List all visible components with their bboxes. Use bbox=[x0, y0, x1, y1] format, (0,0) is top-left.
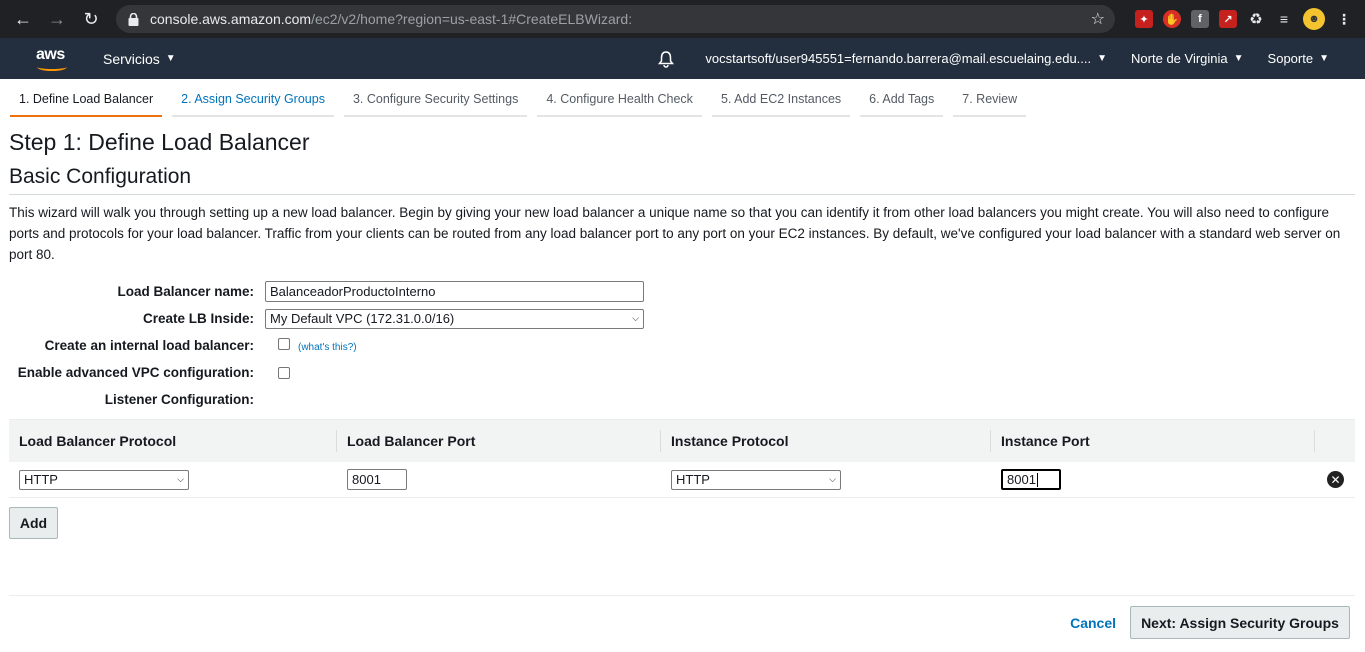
support-menu[interactable]: Soporte ▼ bbox=[1268, 51, 1329, 66]
extension-red-icon[interactable]: ✦ bbox=[1135, 10, 1153, 28]
support-label: Soporte bbox=[1267, 51, 1314, 66]
add-listener-button[interactable]: Add bbox=[9, 507, 58, 539]
basic-config-form: Load Balancer name: BalanceadorProductoI… bbox=[9, 278, 1355, 413]
forward-icon[interactable]: → bbox=[42, 4, 72, 34]
wizard-step-6: 6. Add Tags bbox=[860, 92, 944, 117]
services-menu[interactable]: Servicios ▼ bbox=[103, 51, 176, 67]
instance-port-value: 8001 bbox=[1007, 472, 1036, 487]
caret-down-icon: ▼ bbox=[165, 53, 176, 64]
listener-config-label: Listener Configuration: bbox=[104, 392, 254, 407]
wizard-step-3: 3. Configure Security Settings bbox=[343, 92, 528, 117]
lb-protocol-select[interactable]: HTTP ⌵ bbox=[19, 469, 189, 490]
vpc-select-value: My Default VPC (172.31.0.0/16) bbox=[270, 311, 455, 326]
lb-name-input[interactable]: BalanceadorProductoInterno bbox=[265, 281, 644, 302]
url-host: console.aws.amazon.com bbox=[150, 11, 312, 27]
url-path: /ec2/v2/home?region=us-east-1#CreateELBW… bbox=[311, 11, 633, 27]
wizard-description: This wizard will walk you through settin… bbox=[9, 205, 1341, 262]
url-text: console.aws.amazon.com/ec2/v2/home?regio… bbox=[150, 11, 1091, 27]
listener-config-row: Listener Configuration: bbox=[9, 386, 1355, 413]
remove-listener-icon[interactable]: ✕ bbox=[1327, 471, 1344, 488]
account-label: vocstartsoft/user945551=fernando.barrera… bbox=[705, 51, 1092, 66]
wizard-steps: 1. Define Load Balancer 2. Assign Securi… bbox=[0, 79, 1365, 117]
create-inside-label: Create LB Inside: bbox=[142, 311, 254, 326]
account-menu[interactable]: vocstartsoft/user945551=fernando.barrera… bbox=[705, 51, 1107, 66]
listener-table-header: Load Balancer Protocol Load Balancer Por… bbox=[9, 420, 1355, 462]
profile-avatar[interactable]: ☻ bbox=[1303, 8, 1325, 30]
lb-name-row: Load Balancer name: BalanceadorProductoI… bbox=[9, 278, 1355, 305]
extension-chart-icon[interactable]: ↗ bbox=[1219, 10, 1237, 28]
create-inside-row: Create LB Inside: My Default VPC (172.31… bbox=[9, 305, 1355, 332]
wizard-step-7: 7. Review bbox=[953, 92, 1027, 117]
chevron-down-icon: ⌵ bbox=[177, 474, 184, 484]
lb-protocol-cell: HTTP ⌵ bbox=[9, 469, 337, 490]
lock-icon bbox=[126, 12, 140, 26]
wizard-step-2[interactable]: 2. Assign Security Groups bbox=[172, 92, 334, 117]
region-label: Norte de Virginia bbox=[1131, 51, 1228, 66]
instance-port-input[interactable]: 8001 bbox=[1001, 469, 1061, 490]
instance-protocol-cell: HTTP ⌵ bbox=[661, 469, 991, 490]
extension-f-icon[interactable]: f bbox=[1191, 10, 1209, 28]
advanced-vpc-label: Enable advanced VPC configuration: bbox=[17, 365, 254, 380]
internal-lb-row: Create an internal load balancer: (what'… bbox=[9, 332, 1355, 359]
browser-toolbar: ← → ↻ console.aws.amazon.com/ec2/v2/home… bbox=[0, 0, 1365, 38]
header-lb-port: Load Balancer Port bbox=[337, 430, 661, 452]
services-label: Servicios bbox=[103, 50, 160, 67]
aws-logo-text: aws bbox=[36, 45, 65, 63]
caret-down-icon: ▼ bbox=[1319, 53, 1329, 64]
text-cursor bbox=[1036, 472, 1038, 487]
reload-icon[interactable]: ↻ bbox=[76, 4, 106, 34]
next-button[interactable]: Next: Assign Security Groups bbox=[1130, 606, 1350, 639]
wizard-step-5: 5. Add EC2 Instances bbox=[711, 92, 851, 117]
advanced-vpc-checkbox[interactable] bbox=[278, 366, 290, 379]
wizard-step-4: 4. Configure Health Check bbox=[537, 92, 702, 117]
main-content: Step 1: Define Load Balancer Basic Confi… bbox=[0, 129, 1365, 539]
lb-protocol-value: HTTP bbox=[24, 472, 58, 487]
extensions-bar: ✦ ✋ f ↗ ♻ ≡ ☻ ⋮ bbox=[1135, 8, 1353, 30]
aws-top-nav: aws Servicios ▼ vocstartsoft/user945551=… bbox=[0, 38, 1365, 79]
cancel-link[interactable]: Cancel bbox=[1070, 615, 1116, 631]
listener-row: HTTP ⌵ 8001 HTTP ⌵ 8001 ✕ bbox=[9, 462, 1355, 498]
vpc-select[interactable]: My Default VPC (172.31.0.0/16) ⌵ bbox=[265, 308, 644, 329]
caret-down-icon: ▼ bbox=[1097, 53, 1108, 64]
lb-port-input[interactable]: 8001 bbox=[347, 469, 407, 490]
internal-lb-checkbox[interactable] bbox=[278, 337, 290, 350]
wizard-footer: Cancel Next: Assign Security Groups bbox=[9, 595, 1355, 652]
extension-stop-icon[interactable]: ✋ bbox=[1163, 10, 1181, 28]
chrome-menu-icon[interactable]: ⋮ bbox=[1335, 10, 1353, 28]
bell-icon[interactable] bbox=[657, 50, 675, 68]
advanced-vpc-row: Enable advanced VPC configuration: bbox=[9, 359, 1355, 386]
instance-protocol-value: HTTP bbox=[676, 472, 710, 487]
aws-smile-icon bbox=[37, 63, 67, 71]
caret-down-icon: ▼ bbox=[1233, 53, 1244, 64]
instance-protocol-select[interactable]: HTTP ⌵ bbox=[671, 469, 841, 490]
lb-port-cell: 8001 bbox=[337, 469, 661, 490]
chevron-down-icon: ⌵ bbox=[632, 313, 639, 323]
lb-name-label: Load Balancer name: bbox=[117, 284, 254, 299]
internal-lb-label: Create an internal load balancer: bbox=[44, 338, 254, 353]
aws-logo[interactable]: aws bbox=[35, 45, 71, 73]
region-menu[interactable]: Norte de Virginia ▼ bbox=[1131, 51, 1244, 66]
page-title: Step 1: Define Load Balancer bbox=[9, 129, 310, 155]
back-icon[interactable]: ← bbox=[8, 4, 38, 34]
extensions-puzzle-icon[interactable]: ♻ bbox=[1247, 10, 1265, 28]
whats-this-link[interactable]: (what's this?) bbox=[298, 342, 357, 353]
reading-list-icon[interactable]: ≡ bbox=[1275, 10, 1293, 28]
wizard-step-1[interactable]: 1. Define Load Balancer bbox=[10, 92, 163, 117]
header-lb-protocol: Load Balancer Protocol bbox=[9, 430, 337, 452]
bookmark-star-icon[interactable]: ☆ bbox=[1091, 9, 1105, 29]
instance-port-cell: 8001 bbox=[991, 469, 1315, 490]
chevron-down-icon: ⌵ bbox=[829, 474, 836, 484]
address-bar[interactable]: console.aws.amazon.com/ec2/v2/home?regio… bbox=[116, 5, 1115, 33]
section-title: Basic Configuration bbox=[9, 165, 1355, 195]
listener-table: Load Balancer Protocol Load Balancer Por… bbox=[9, 419, 1355, 498]
header-instance-protocol: Instance Protocol bbox=[661, 430, 991, 452]
header-instance-port: Instance Port bbox=[991, 430, 1315, 452]
